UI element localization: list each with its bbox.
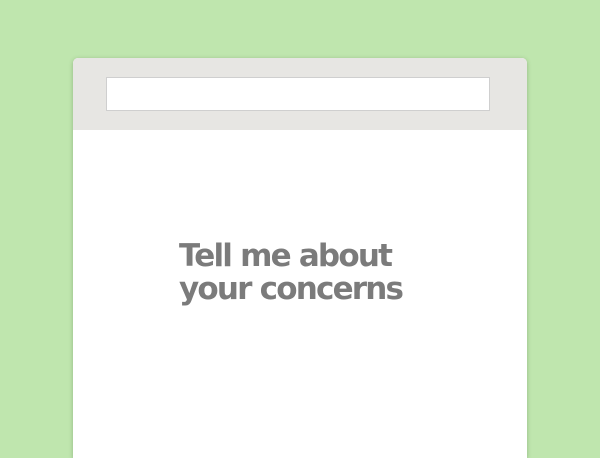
browser-window: Tell me about your concerns xyxy=(73,58,527,458)
headline-line-2: your concerns xyxy=(179,271,404,307)
headline: Tell me about your concerns xyxy=(179,240,479,306)
address-bar-input[interactable] xyxy=(106,77,490,111)
page-content: Tell me about your concerns xyxy=(73,130,527,458)
browser-toolbar xyxy=(73,58,527,130)
headline-line-1: Tell me about xyxy=(179,238,393,274)
